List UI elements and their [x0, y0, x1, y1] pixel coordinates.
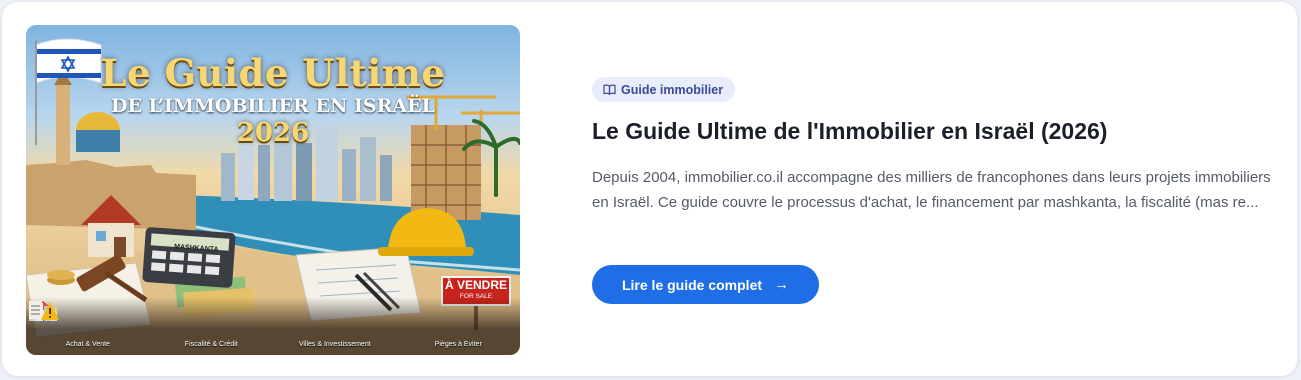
guide-description: Depuis 2004, immobilier.co.il accompagne… — [592, 169, 1271, 211]
guide-title[interactable]: Le Guide Ultime de l'Immobilier en Israë… — [592, 118, 1107, 145]
hero-category-pieges: Pièges à Eviter — [29, 301, 508, 348]
hero-category-villes: Villes & Investissement — [29, 303, 385, 348]
hero-category-label: Achat & Vente — [65, 341, 110, 348]
hero-year: 2026 — [236, 118, 310, 148]
arrow-right-icon: → — [774, 276, 790, 293]
hero-title: Le Guide Ultime — [100, 51, 446, 95]
hero-category-label: Villes & Investissement — [298, 341, 371, 348]
book-icon — [603, 84, 616, 95]
warning-icon — [29, 301, 59, 320]
hero-category-label: Pièges à Eviter — [434, 341, 482, 348]
for-sale-sign-main: À VENDRE — [444, 278, 507, 292]
category-badge-label: Guide immobilier — [621, 82, 724, 97]
hero-category-label: Fiscalité & Crédit — [184, 341, 238, 348]
hero-category-bar: Achat & Vente % Fiscalité & Crédit — [26, 297, 520, 355]
category-badge: Guide immobilier — [592, 77, 736, 102]
guide-card: Le Guide Ultime DE L’IMMOBILIER EN ISRAË… — [2, 2, 1297, 376]
hero-subtitle: DE L’IMMOBILIER EN ISRAËL — [110, 95, 436, 117]
read-guide-button[interactable]: Lire le guide complet → — [592, 265, 819, 304]
hero-category-achat: Achat & Vente — [32, 301, 138, 348]
hero-category-fiscalite: % Fiscalité & Crédit — [28, 302, 261, 348]
hero-image[interactable]: Le Guide Ultime DE L’IMMOBILIER EN ISRAË… — [26, 25, 520, 355]
read-guide-button-label: Lire le guide complet — [621, 276, 763, 293]
